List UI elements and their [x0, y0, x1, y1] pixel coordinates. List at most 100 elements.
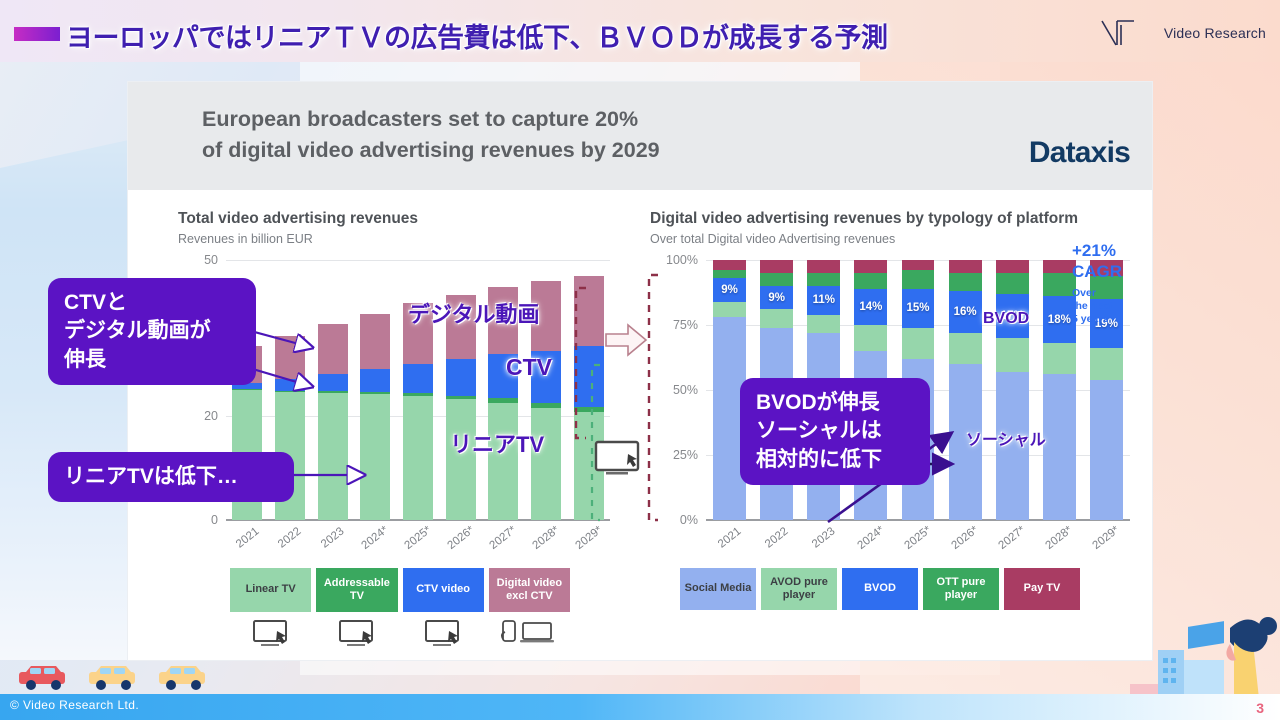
bar-segment-addressable-tv — [445, 395, 476, 400]
y-axis-tick-label: 0% — [679, 513, 698, 527]
stacked-bar[interactable] — [445, 295, 476, 520]
y-axis-tick-label: 0 — [211, 513, 218, 527]
legend-item-ott-pure-player[interactable]: OTT pure player — [923, 568, 999, 610]
bar-segment-bvod: 14% — [854, 288, 888, 325]
bar-segment-linear-tv — [317, 393, 348, 520]
right-chart-subtitle: Over total Digital video Advertising rev… — [650, 232, 896, 246]
bar-segment-pay-tv — [807, 260, 841, 274]
legend-label: Pay TV — [1023, 582, 1061, 595]
bar-column[interactable] — [311, 260, 354, 520]
device-icon-cell — [230, 616, 311, 650]
video-research-logo-text: Video Research — [1163, 25, 1266, 41]
x-axis-tick-label: 2029* — [1090, 524, 1122, 552]
dataxis-brand-logo: Dataxis — [1028, 136, 1131, 169]
tv-device-icon — [425, 620, 460, 646]
decorative-cars — [16, 662, 210, 692]
legend-item-social-media[interactable]: Social Media — [680, 568, 756, 610]
cagr-label: CAGR — [1072, 262, 1123, 282]
legend-item-pay-tv[interactable]: Pay TV — [1004, 568, 1080, 610]
bar-column[interactable] — [354, 260, 397, 520]
bar-column[interactable]: 16% — [942, 260, 989, 520]
bar-column[interactable] — [567, 260, 610, 520]
y-axis-tick-label: 20 — [204, 409, 218, 423]
bar-column[interactable]: 17% — [989, 260, 1036, 520]
annotation-social: ソーシャル — [966, 432, 1046, 449]
cagr-annotation: +21% CAGR Over the next 5 years — [1072, 240, 1136, 326]
bar-segment-pay-tv — [760, 260, 794, 274]
bar-segment-digital-video-excl-ctv — [360, 314, 391, 370]
callout-linear-tv-decline: リニアTVは低下… — [48, 452, 294, 503]
bar-segment-ctv-video — [403, 364, 433, 394]
right-chart-x-axis: 2021 2022 2023 2024* 2025* 2026* 2027* 2028* 202… — [706, 524, 1130, 568]
left-chart-subtitle: Revenues in billion EUR — [178, 232, 313, 246]
bar-segment-bvod: 9% — [713, 278, 747, 302]
bar-segment-ott-pure-player — [901, 270, 935, 289]
annotation-linear-tv: リニアTV — [450, 432, 545, 457]
page-number: 3 — [1256, 700, 1264, 716]
bar-segment-avod-pure-player — [713, 301, 747, 318]
bar-segment-ott-pure-player — [807, 273, 841, 287]
dataxis-headline: European broadcasters set to capture 20%… — [202, 107, 660, 163]
bar-segment-bvod: 16% — [948, 291, 982, 333]
legend-item-bvod[interactable]: BVOD — [842, 568, 918, 610]
bar-segment-linear-tv — [531, 407, 561, 520]
bar-segment-avod-pure-player — [760, 309, 794, 328]
stacked-bar[interactable]: 17% — [995, 260, 1029, 520]
device-icon-cell — [403, 616, 484, 650]
left-chart-x-axis: 2021 2022 2023 2024* 2025* 2026* 2027* 2028* 202… — [226, 524, 610, 568]
legend-item-addressable-tv[interactable]: Addressable TV — [316, 568, 398, 612]
legend-item-ctv-video[interactable]: CTV video — [402, 568, 484, 612]
right-chart-title: Digital video advertising revenues by ty… — [650, 210, 1079, 227]
legend-label: BVOD — [864, 582, 896, 595]
annotation-digital-video: デジタル動画 — [408, 302, 540, 327]
header-accent-bar — [14, 27, 60, 41]
x-axis-tick-label: 2021 — [715, 525, 744, 551]
x-axis-tick-label: 2022 — [762, 525, 791, 551]
bar-value-label: 15% — [906, 302, 930, 315]
bar-segment-avod-pure-player — [995, 338, 1029, 372]
x-axis-tick-label: 2027* — [487, 524, 519, 552]
bar-segment-digital-video-excl-ctv — [573, 276, 604, 347]
car-yellow-icon-2 — [159, 666, 205, 690]
stacked-bar[interactable] — [573, 276, 604, 520]
bar-segment-addressable-tv — [360, 391, 391, 395]
bar-segment-addressable-tv — [573, 406, 604, 413]
stacked-bar[interactable] — [360, 314, 391, 520]
tv-device-icon — [252, 620, 287, 646]
stacked-bar[interactable]: 18% — [1042, 260, 1076, 520]
x-axis-tick-label: 2024* — [855, 524, 887, 552]
bar-segment-pay-tv — [713, 260, 747, 271]
stacked-bar[interactable]: 16% — [948, 260, 982, 520]
stacked-bar[interactable] — [403, 303, 433, 520]
bar-segment-linear-tv — [403, 396, 433, 520]
car-red-icon — [19, 666, 65, 690]
footer-bar: © Video Research Ltd. — [0, 694, 1280, 720]
x-axis-tick-label: 2028* — [1043, 524, 1075, 552]
y-axis-tick-label: 25% — [672, 448, 698, 462]
x-axis-tick-label: 2026* — [949, 524, 981, 552]
x-axis-tick-label: 2025* — [902, 524, 934, 552]
bar-segment-social-media — [1089, 379, 1123, 520]
stacked-bar[interactable] — [317, 323, 348, 520]
bar-segment-bvod: 15% — [901, 288, 935, 328]
legend-label: Addressable TV — [323, 576, 390, 602]
right-chart-legend: Social Media AVOD pure player BVOD OTT pure… — [680, 568, 1080, 612]
legend-item-avod-pure-player[interactable]: AVOD pure player — [761, 568, 837, 610]
bar-segment-avod-pure-player — [1089, 348, 1123, 380]
bar-segment-linear-tv — [573, 412, 604, 520]
callout-bvod-growth: BVODが伸長 ソーシャルは 相対的に低下 — [740, 378, 930, 486]
bar-segment-digital-video-excl-ctv — [275, 335, 305, 379]
bar-segment-addressable-tv — [531, 402, 561, 408]
card-header-band: European broadcasters set to capture 20%… — [128, 82, 1152, 190]
legend-label: Social Media — [684, 582, 752, 595]
device-icon-cell — [316, 616, 397, 650]
legend-item-linear-tv[interactable]: Linear TV — [230, 568, 312, 612]
legend-item-digital-video-excl-ctv[interactable]: Digital video excl CTV — [488, 568, 570, 612]
x-axis-tick-label: 2025* — [402, 524, 434, 552]
bar-segment-linear-tv — [360, 394, 391, 520]
bar-value-label: 18% — [1047, 313, 1071, 326]
bar-segment-addressable-tv — [488, 398, 519, 403]
page-title: ヨーロッパではリニアＴＶの広告費は低下、ＢＶＯＤが成長する予測 — [66, 23, 888, 53]
bar-segment-pay-tv — [901, 260, 935, 271]
legend-label: OTT pure player — [936, 575, 986, 601]
